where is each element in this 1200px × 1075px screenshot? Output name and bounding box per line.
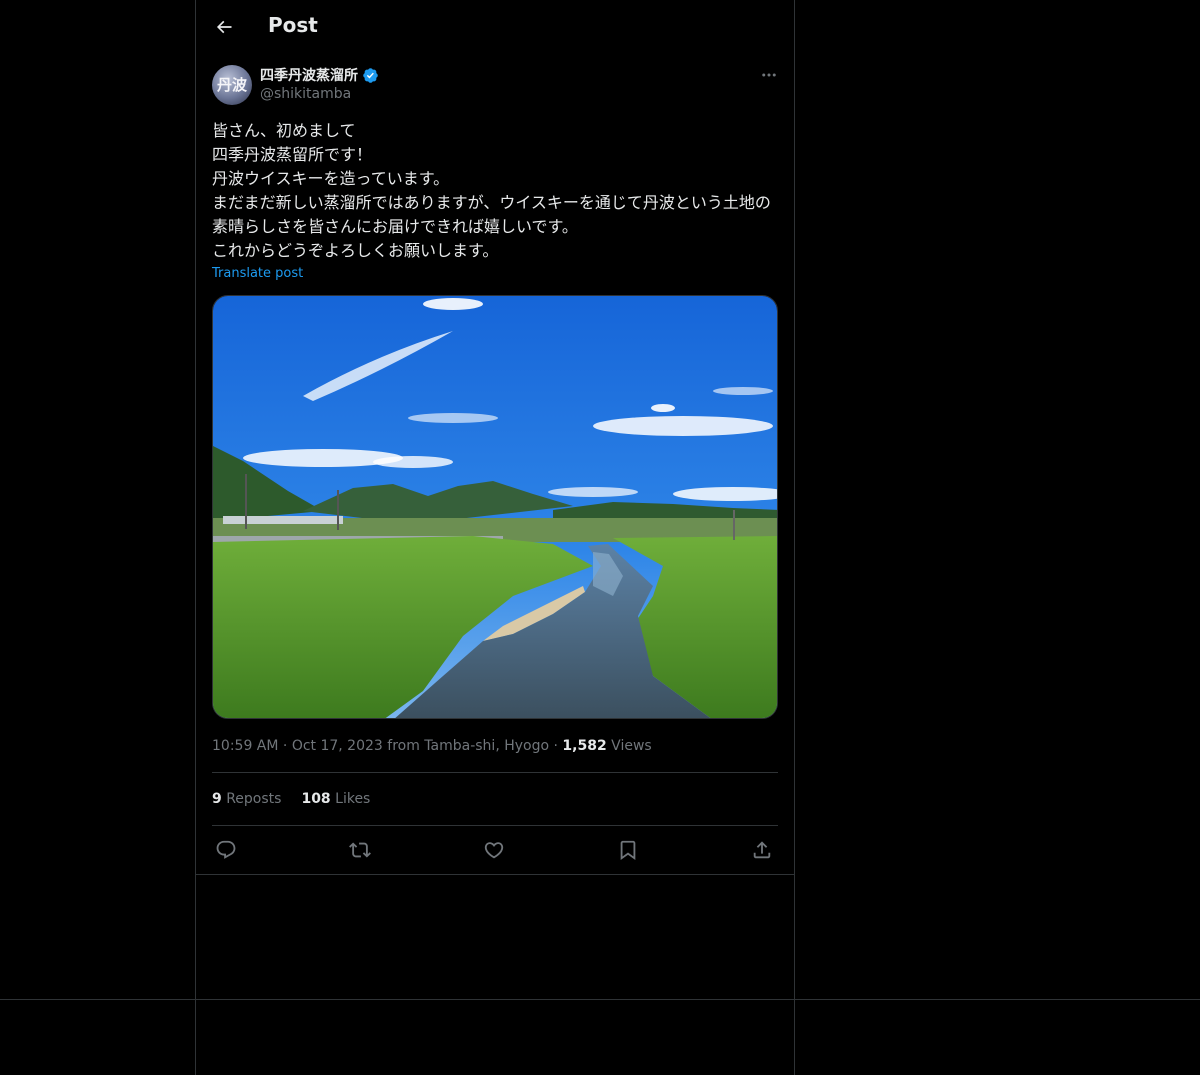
verified-badge-icon[interactable] <box>362 67 379 84</box>
page-title: Post <box>268 13 318 37</box>
meta-dot: · <box>282 738 292 754</box>
likes-count: 108 <box>301 791 331 807</box>
author-name[interactable]: 四季丹波蒸溜所 <box>260 65 379 85</box>
bookmark-button[interactable] <box>614 836 642 864</box>
reposts-stat[interactable]: 9 Reposts <box>212 791 281 807</box>
divider <box>212 772 778 773</box>
avatar[interactable]: 丹波 <box>212 65 252 105</box>
post-location: from Tamba-shi, Hyogo <box>387 738 550 754</box>
reply-icon <box>216 840 236 859</box>
divider <box>212 825 778 826</box>
post-time[interactable]: 10:59 AM <box>212 738 278 754</box>
arrow-left-icon <box>216 20 232 34</box>
river-landscape-image <box>213 296 777 718</box>
post-date[interactable]: Oct 17, 2023 <box>292 738 383 754</box>
post-text: 皆さん、初めまして 四季丹波蒸留所です！ 丹波ウイスキーを造っています。 まだま… <box>212 121 771 260</box>
avatar-logo-text: 丹波 <box>216 76 247 94</box>
post-meta: 10:59 AM · Oct 17, 2023 from Tamba-shi, … <box>212 738 652 754</box>
author-handle[interactable]: @shikitamba <box>260 86 351 102</box>
action-bar <box>212 836 778 864</box>
share-icon <box>753 841 771 859</box>
reply-button[interactable] <box>212 836 240 864</box>
repost-icon <box>349 842 371 858</box>
views-count: 1,582 <box>562 738 607 754</box>
more-options-button[interactable] <box>758 64 780 86</box>
reposts-count: 9 <box>212 791 222 807</box>
bookmark-icon <box>620 840 636 861</box>
post-column: Post 丹波 四季丹波蒸溜所 @shikitamba 皆さん、初めまして 四季… <box>195 0 795 1075</box>
translate-post-link[interactable]: Translate post <box>212 266 303 281</box>
likes-stat[interactable]: 108 Likes <box>301 791 370 807</box>
reposts-label: Reposts <box>226 791 282 807</box>
views-label: Views <box>611 738 652 754</box>
post-header: Post <box>196 0 794 54</box>
back-button[interactable] <box>208 10 240 44</box>
like-button[interactable] <box>480 836 508 864</box>
like-icon <box>484 842 504 859</box>
display-name[interactable]: 四季丹波蒸溜所 <box>260 65 358 85</box>
repost-button[interactable] <box>346 836 374 864</box>
likes-label: Likes <box>335 791 371 807</box>
post-photo[interactable] <box>212 295 778 719</box>
more-icon <box>762 73 776 77</box>
divider <box>196 874 794 875</box>
share-button[interactable] <box>748 836 776 864</box>
post-stats: 9 Reposts 108 Likes <box>212 791 370 807</box>
